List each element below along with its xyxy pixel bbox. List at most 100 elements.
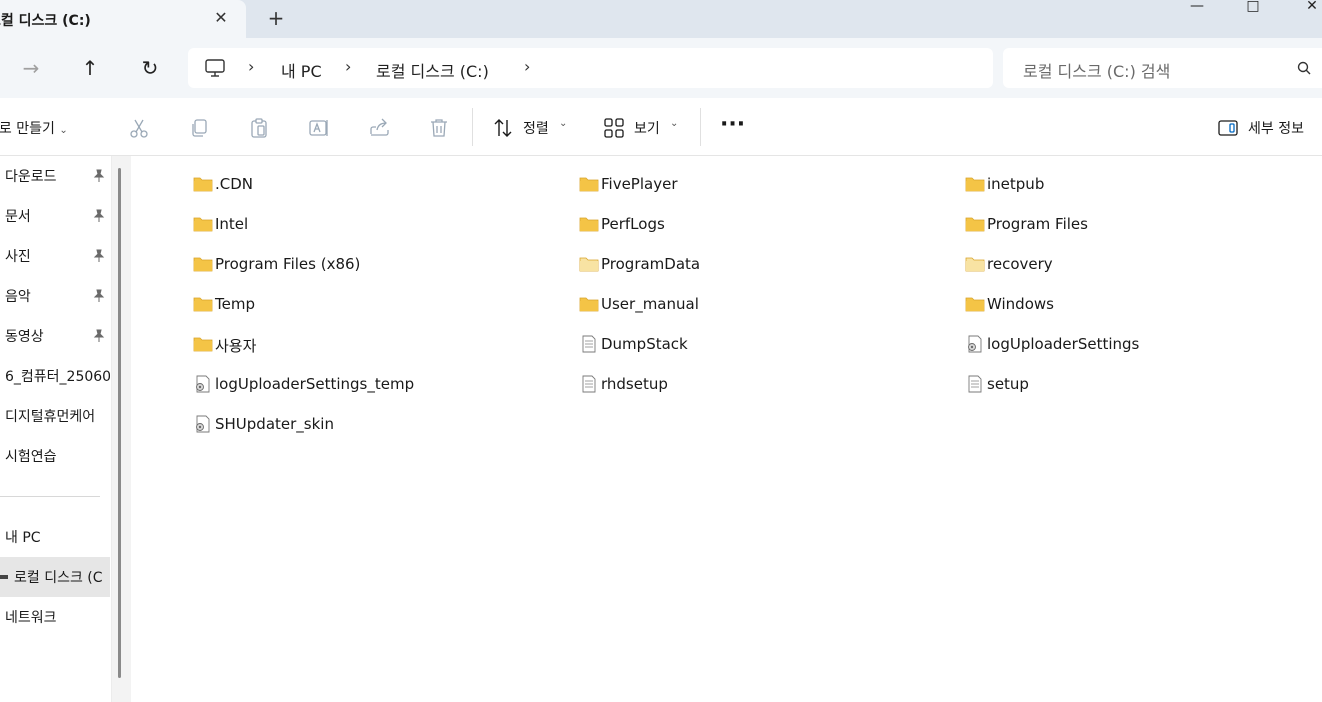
folder-icon: [193, 297, 213, 312]
address-row: → ↑ ↻ › 내 PC › 로컬 디스크 (C:) › 로컬 디스크 (C:)…: [0, 38, 1322, 98]
sidebar-item-label: 6_컴퓨터_25060: [5, 369, 110, 385]
toolbar-divider: [472, 108, 473, 146]
text-file-icon: [968, 375, 982, 393]
sidebar-item-local-disk[interactable]: 로컬 디스크 (C: [0, 557, 110, 597]
sidebar-item-label: 음악: [5, 289, 31, 305]
search-box[interactable]: 로컬 디스크 (C:) 검색: [1003, 48, 1322, 88]
view-button[interactable]: 보기: [634, 118, 660, 138]
file-name: PerfLogs: [601, 215, 665, 233]
breadcrumb-local-disk[interactable]: 로컬 디스크 (C:): [376, 58, 489, 82]
file-name: rhdsetup: [601, 375, 668, 393]
folder-icon: [193, 217, 213, 232]
folder-icon: [965, 257, 985, 272]
rename-icon[interactable]: [307, 116, 331, 140]
sidebar-item-label: 사진: [5, 249, 31, 265]
sidebar-item-label: 로컬 디스크 (C: [14, 570, 103, 586]
cut-icon[interactable]: [127, 116, 151, 140]
address-bar[interactable]: › 내 PC › 로컬 디스크 (C:) ›: [188, 48, 993, 88]
file-name: setup: [987, 375, 1029, 393]
chevron-down-icon: ⌄: [59, 125, 68, 136]
sidebar-item-label: 다운로드: [5, 169, 57, 185]
sidebar-item-label: 디지털휴먼케어: [5, 409, 96, 425]
breadcrumb-chevron-icon[interactable]: ›: [345, 57, 351, 76]
details-pane-icon[interactable]: [1216, 116, 1240, 140]
sidebar-item-label: 내 PC: [5, 530, 41, 546]
sort-button[interactable]: 정렬: [523, 118, 549, 138]
sidebar-item-documents[interactable]: 문서: [0, 196, 110, 236]
breadcrumb-chevron-icon[interactable]: ›: [524, 57, 530, 76]
sidebar-item-network[interactable]: 네트워크: [0, 597, 110, 637]
delete-icon[interactable]: [427, 116, 451, 140]
tab-close-icon[interactable]: ✕: [211, 8, 231, 28]
file-name: FivePlayer: [601, 175, 678, 193]
file-name: Temp: [215, 295, 255, 313]
file-name: 사용자: [215, 337, 257, 355]
chevron-down-icon: ⌄: [670, 118, 679, 129]
tab-bar: 로컬 디스크 (C:) ✕ + — □ ✕: [0, 0, 1322, 38]
settings-file-icon: [968, 335, 982, 353]
file-name: DumpStack: [601, 335, 688, 353]
share-icon[interactable]: [367, 116, 391, 140]
new-tab-button[interactable]: +: [265, 8, 287, 30]
pin-icon: [93, 209, 105, 222]
sidebar-item-my-pc[interactable]: 내 PC: [0, 517, 110, 557]
sort-icon[interactable]: [491, 116, 515, 140]
sidebar-item-music[interactable]: 음악: [0, 276, 110, 316]
folder-icon: [193, 177, 213, 192]
file-name: ProgramData: [601, 255, 701, 273]
sidebar-item-videos[interactable]: 동영상: [0, 316, 110, 356]
sidebar-item-folder[interactable]: 시험연습: [0, 436, 110, 476]
folder-icon: [579, 257, 599, 272]
breadcrumb-my-pc[interactable]: 내 PC: [281, 58, 322, 82]
monitor-icon: [205, 59, 225, 77]
new-button-label: 새로 만들기: [0, 121, 55, 137]
sidebar-item-folder[interactable]: 디지털휴먼케어: [0, 396, 110, 436]
more-options-button[interactable]: ···: [720, 112, 745, 137]
up-button[interactable]: ↑: [75, 53, 105, 83]
folder-icon: [579, 177, 599, 192]
toolbar-divider: [700, 108, 701, 146]
pin-icon: [93, 249, 105, 262]
forward-button[interactable]: →: [16, 53, 46, 83]
paste-icon[interactable]: [247, 116, 271, 140]
folder-icon: [579, 297, 599, 312]
file-name: Windows: [987, 295, 1054, 313]
settings-file-icon: [196, 375, 210, 393]
new-button[interactable]: 새로 만들기 ⌄: [0, 118, 68, 138]
pin-icon: [93, 289, 105, 302]
tab-local-disk[interactable]: 로컬 디스크 (C:) ✕: [0, 0, 246, 38]
sidebar-item-label: 시험연습: [5, 449, 57, 465]
refresh-button[interactable]: ↻: [135, 53, 165, 83]
folder-icon: [965, 177, 985, 192]
tab-title: 로컬 디스크 (C:): [0, 13, 91, 29]
navigation-pane: 다운로드 문서 사진 음악 동영상 6_컴퓨터_25060 디지털휴먼케어 시험…: [0, 156, 112, 702]
settings-file-icon: [196, 415, 210, 433]
folder-icon: [965, 217, 985, 232]
minimize-icon[interactable]: —: [1187, 0, 1207, 14]
folder-icon: [193, 337, 213, 352]
breadcrumb-chevron-icon[interactable]: ›: [248, 57, 254, 76]
maximize-icon[interactable]: □: [1243, 0, 1263, 14]
folder-icon: [965, 297, 985, 312]
text-file-icon: [582, 335, 596, 353]
sidebar-item-downloads[interactable]: 다운로드: [0, 156, 110, 196]
pin-icon: [93, 169, 105, 182]
sidebar-item-label: 동영상: [5, 329, 44, 345]
sidebar-item-pictures[interactable]: 사진: [0, 236, 110, 276]
copy-icon[interactable]: [187, 116, 211, 140]
file-name: SHUpdater_skin: [215, 415, 334, 433]
search-input[interactable]: 로컬 디스크 (C:) 검색: [1023, 58, 1170, 82]
sidebar-item-label: 네트워크: [5, 610, 57, 626]
file-name: logUploaderSettings_temp: [215, 375, 415, 393]
sidebar-item-label: 문서: [5, 209, 31, 225]
file-name: Intel: [215, 215, 249, 233]
details-button[interactable]: 세부 정보: [1248, 118, 1304, 138]
search-icon[interactable]: [1296, 60, 1312, 76]
text-file-icon: [582, 375, 596, 393]
window-close-icon[interactable]: ✕: [1302, 0, 1322, 14]
sidebar-item-folder[interactable]: 6_컴퓨터_25060: [0, 356, 110, 396]
file-list: .CDN FivePlayer inetpub Intel PerfLogs Progra…: [131, 156, 1322, 702]
sidebar-divider: [0, 496, 100, 497]
view-icon[interactable]: [602, 116, 626, 140]
sidebar-scrollbar[interactable]: [118, 168, 121, 678]
